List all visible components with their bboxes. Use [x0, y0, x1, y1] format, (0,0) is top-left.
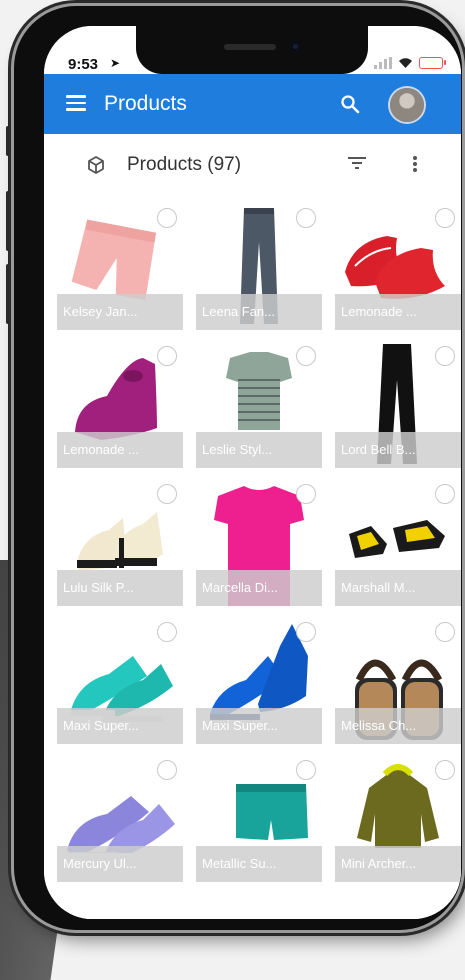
select-checkbox[interactable]	[435, 208, 455, 228]
product-card[interactable]: Marcella Di...	[196, 478, 322, 606]
product-name: Marcella Di...	[196, 570, 322, 606]
product-name: Maxi Super...	[196, 708, 322, 744]
battery-icon	[419, 57, 446, 69]
product-card[interactable]: Melissa Ch...	[335, 616, 461, 744]
product-card[interactable]: Leslie Styl...	[196, 340, 322, 468]
product-card[interactable]: Maxi Super...	[196, 616, 322, 744]
select-checkbox[interactable]	[435, 622, 455, 642]
speaker	[224, 44, 276, 50]
products-header: Products (97)	[44, 134, 461, 192]
select-checkbox[interactable]	[296, 484, 316, 504]
camera	[290, 41, 301, 52]
more-options-icon[interactable]	[412, 155, 418, 173]
status-bar: 9:53 ➤	[44, 26, 461, 74]
menu-icon[interactable]	[66, 95, 86, 115]
select-checkbox[interactable]	[435, 346, 455, 366]
product-name: Marshall M...	[335, 570, 461, 606]
product-card[interactable]: Lord Bell B...	[335, 340, 461, 468]
volume-down-button	[6, 264, 11, 324]
select-checkbox[interactable]	[296, 760, 316, 780]
volume-up-button	[6, 191, 11, 251]
product-name: Mini Archer...	[335, 846, 461, 882]
select-checkbox[interactable]	[435, 484, 455, 504]
product-name: Melissa Ch...	[335, 708, 461, 744]
location-arrow-icon: ➤	[110, 56, 121, 70]
select-checkbox[interactable]	[296, 622, 316, 642]
select-checkbox[interactable]	[435, 760, 455, 780]
product-card[interactable]: Lemonade ...	[335, 202, 461, 330]
product-name: Maxi Super...	[57, 708, 183, 744]
product-card[interactable]: Maxi Super...	[57, 616, 183, 744]
select-checkbox[interactable]	[157, 346, 177, 366]
product-card[interactable]: Lulu Silk P...	[57, 478, 183, 606]
status-time: 9:53	[68, 56, 99, 73]
notch	[136, 26, 368, 74]
select-checkbox[interactable]	[296, 346, 316, 366]
product-name: Mercury Ul...	[57, 846, 183, 882]
status-icons	[374, 57, 446, 69]
product-name: Kelsey Jan...	[57, 294, 183, 330]
product-name: Metallic Su...	[196, 846, 322, 882]
product-card[interactable]: Lemonade ...	[57, 340, 183, 468]
product-card[interactable]: Kelsey Jan...	[57, 202, 183, 330]
product-grid: Kelsey Jan... Leena Fan... Lemonade ...	[44, 192, 461, 919]
select-checkbox[interactable]	[296, 208, 316, 228]
select-checkbox[interactable]	[157, 484, 177, 504]
select-checkbox[interactable]	[157, 760, 177, 780]
product-name: Lord Bell B...	[335, 432, 461, 468]
products-count: Products (97)	[127, 154, 242, 175]
select-checkbox[interactable]	[157, 622, 177, 642]
product-name: Leena Fan...	[196, 294, 322, 330]
product-name: Leslie Styl...	[196, 432, 322, 468]
page-title: Products	[104, 92, 187, 115]
product-name: Lemonade ...	[335, 294, 461, 330]
avatar[interactable]	[390, 88, 424, 122]
product-name: Lemonade ...	[57, 432, 183, 468]
cube-icon	[88, 156, 104, 174]
phone-frame: 9:53 ➤ Products Products (97) Kelsey Jan…	[6, 6, 462, 930]
signal-icon	[374, 57, 392, 69]
product-card[interactable]: Mini Archer...	[335, 754, 461, 882]
search-icon[interactable]	[340, 94, 360, 114]
product-card[interactable]: Marshall M...	[335, 478, 461, 606]
mute-switch	[6, 126, 11, 156]
app-bar: Products	[44, 74, 461, 134]
product-card[interactable]: Leena Fan...	[196, 202, 322, 330]
product-card[interactable]: Metallic Su...	[196, 754, 322, 882]
wifi-icon	[399, 58, 412, 68]
select-checkbox[interactable]	[157, 208, 177, 228]
filter-icon[interactable]	[347, 156, 367, 170]
product-name: Lulu Silk P...	[57, 570, 183, 606]
product-card[interactable]: Mercury Ul...	[57, 754, 183, 882]
phone-screen: 9:53 ➤ Products Products (97) Kelsey Jan…	[44, 26, 461, 919]
